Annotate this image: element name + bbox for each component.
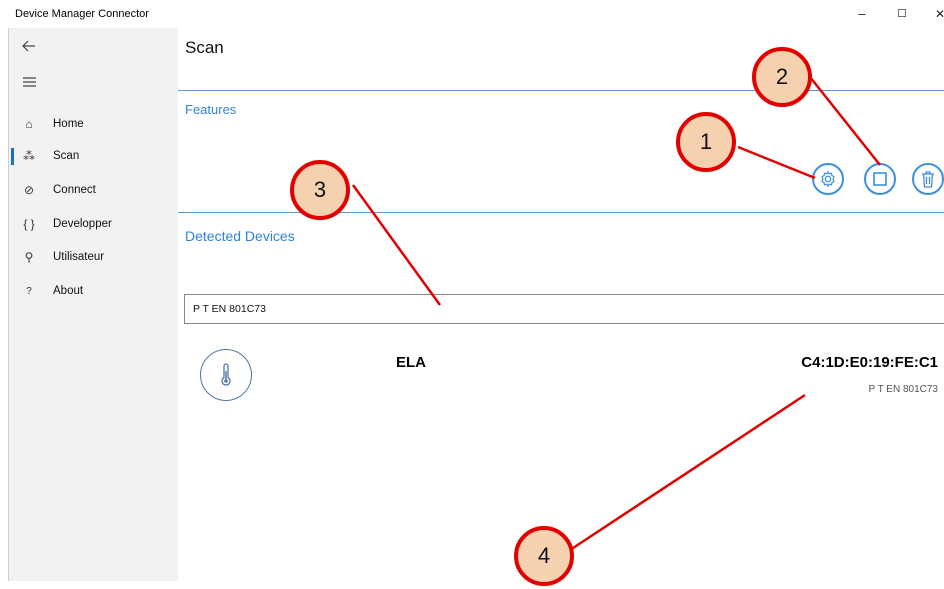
callout-1: 1 [676, 112, 736, 172]
callout-4: 4 [514, 526, 574, 586]
callout-2: 2 [752, 47, 812, 107]
callout-3: 3 [290, 160, 350, 220]
